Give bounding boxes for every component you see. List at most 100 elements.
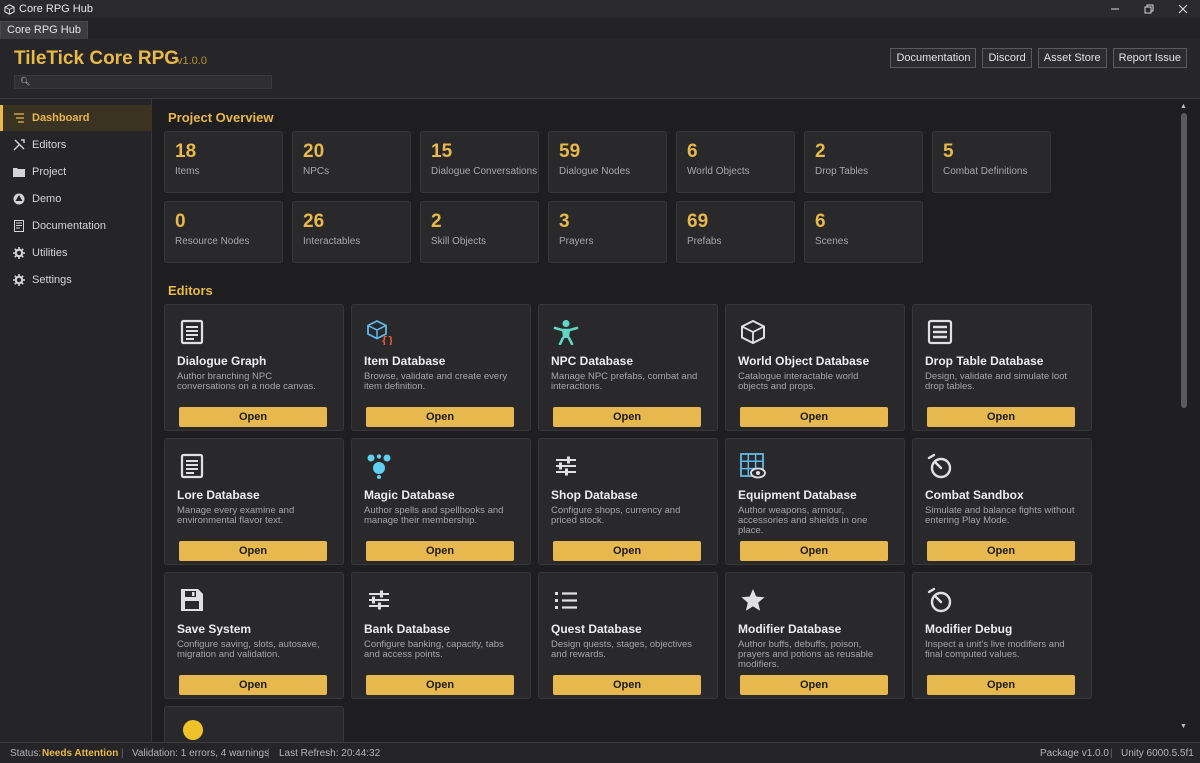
card-title: Quest Database — [551, 622, 642, 636]
editor-card-bank-database: Bank Database Configure banking, capacit… — [351, 572, 531, 699]
open-button[interactable]: Open — [740, 541, 888, 561]
card-title: Magic Database — [364, 488, 455, 502]
report-issue-button[interactable]: Report Issue — [1112, 48, 1187, 68]
scrollbar-thumb[interactable] — [1181, 113, 1187, 408]
editor-card-equipment-database: Equipment Database Author weapons, armou… — [725, 438, 905, 565]
card-title: Equipment Database — [738, 488, 857, 502]
open-button[interactable]: Open — [553, 541, 701, 561]
sidebar-item-label: Dashboard — [32, 112, 90, 124]
open-button[interactable]: Open — [553, 675, 701, 695]
header: TileTick Core RPG v1.0.0 🔍︎ Documentatio… — [0, 39, 1200, 99]
document-icon — [180, 319, 204, 345]
editor-card-item-database: {} Item Database Browse, validate and cr… — [351, 304, 531, 431]
sidebar-item-documentation[interactable]: Documentation — [2, 213, 151, 239]
last-refresh: Last Refresh: 20:44:32 — [279, 748, 381, 759]
sliders-icon — [556, 456, 576, 476]
card-title: Item Database — [364, 354, 446, 368]
tools-icon — [12, 139, 26, 151]
sidebar-item-dashboard[interactable]: Dashboard — [0, 105, 152, 131]
scroll-down-icon[interactable]: ▼ — [1180, 723, 1187, 730]
open-button[interactable]: Open — [927, 541, 1075, 561]
sidebar-item-settings[interactable]: Settings — [2, 267, 151, 293]
editor-card-shop-database: Shop Database Configure shops, currency … — [538, 438, 718, 565]
restore-icon[interactable] — [1132, 0, 1166, 18]
stat-value: 3 — [559, 211, 570, 232]
stat-value: 2 — [431, 211, 442, 232]
editor-card-lore-database: Lore Database Manage every examine and e… — [164, 438, 344, 565]
open-button[interactable]: Open — [740, 407, 888, 427]
tab-core-rpg-hub[interactable]: Core RPG Hub — [0, 21, 88, 39]
stat-card: 26 Interactables — [292, 201, 411, 263]
scrollbar[interactable]: ▲ ▼ — [1178, 99, 1190, 742]
card-description: Author weapons, armour, accessories and … — [738, 505, 868, 536]
open-button[interactable]: Open — [179, 541, 327, 561]
discord-button[interactable]: Discord — [982, 48, 1032, 68]
card-title: World Object Database — [738, 354, 870, 368]
sidebar-item-label: Documentation — [32, 220, 106, 232]
card-description: Manage NPC prefabs, combat and interacti… — [551, 371, 698, 392]
sidebar-item-demo[interactable]: Demo — [2, 186, 151, 212]
sidebar-item-label: Project — [32, 166, 67, 178]
open-button[interactable]: Open — [366, 541, 514, 561]
open-button[interactable]: Open — [179, 675, 327, 695]
open-button[interactable]: Open — [366, 407, 514, 427]
stat-label: Prayers — [559, 236, 594, 247]
stopwatch-icon — [927, 587, 952, 613]
card-description: Manage every examine and environmental f… — [177, 505, 295, 526]
tab-strip: Core RPG Hub — [0, 18, 1200, 39]
stat-card: 15 Dialogue Conversations — [420, 131, 539, 193]
magic-icon — [367, 454, 391, 479]
editor-card-drop-table-database: Drop Table Database Design, validate and… — [912, 304, 1092, 431]
search-input[interactable]: 🔍︎ — [14, 75, 272, 89]
card-description: Author branching NPC conversations on a … — [177, 371, 316, 392]
card-description: Configure shops, currency and priced sto… — [551, 505, 681, 526]
svg-text:{}: {} — [381, 334, 392, 345]
main-content: Project Overview 18 Items 20 NPCs 15 Dialog… — [152, 99, 1200, 742]
card-description: Simulate and balance fights without ente… — [925, 505, 1075, 526]
open-button[interactable]: Open — [927, 675, 1075, 695]
stat-value: 26 — [303, 211, 325, 232]
sidebar: Dashboard Editors Project Demo Documenta… — [0, 99, 152, 742]
separator: | — [267, 748, 270, 759]
editor-card-npc-database: NPC Database Manage NPC prefabs, combat … — [538, 304, 718, 431]
sidebar-item-project[interactable]: Project — [2, 159, 151, 185]
stat-value: 2 — [815, 141, 826, 162]
card-description: Catalogue interactable world objects and… — [738, 371, 859, 392]
stat-label: Skill Objects — [431, 236, 487, 247]
card-description: Author spells and spellbooks and manage … — [364, 505, 504, 526]
documentation-button[interactable]: Documentation — [890, 48, 977, 68]
open-button[interactable]: Open — [740, 675, 888, 695]
open-button[interactable]: Open — [553, 407, 701, 427]
stat-value: 6 — [815, 211, 826, 232]
scroll-up-icon[interactable]: ▲ — [1180, 103, 1187, 110]
sidebar-item-editors[interactable]: Editors — [2, 132, 151, 158]
grid-eye-icon — [740, 453, 766, 479]
floppy-icon — [181, 589, 203, 611]
stat-card: 6 Scenes — [804, 201, 923, 263]
sidebar-item-utilities[interactable]: Utilities — [2, 240, 151, 266]
sidebar-item-label: Utilities — [32, 247, 68, 259]
editor-card-world-object-database: World Object Database Catalogue interact… — [725, 304, 905, 431]
card-title: Modifier Debug — [925, 622, 1013, 636]
card-description: Configure saving, slots, autosave, migra… — [177, 639, 320, 660]
stat-value: 0 — [175, 211, 186, 232]
stat-card: 5 Combat Definitions — [932, 131, 1051, 193]
stat-label: Prefabs — [687, 236, 722, 247]
close-icon[interactable] — [1166, 0, 1200, 18]
list-icon — [12, 113, 26, 123]
open-button[interactable]: Open — [179, 407, 327, 427]
stat-card: 2 Skill Objects — [420, 201, 539, 263]
editor-card-modifier-database: Modifier Database Author buffs, debuffs,… — [725, 572, 905, 699]
open-button[interactable]: Open — [927, 407, 1075, 427]
version-label: v1.0.0 — [177, 55, 207, 67]
stat-label: Combat Definitions — [943, 166, 1028, 177]
unity-icon — [12, 193, 26, 205]
card-description: Design quests, stages, objectives and re… — [551, 639, 692, 660]
circle-icon — [183, 720, 203, 740]
stat-label: Items — [175, 166, 200, 177]
open-button[interactable]: Open — [366, 675, 514, 695]
document-icon — [180, 453, 204, 479]
asset-store-button[interactable]: Asset Store — [1037, 48, 1107, 68]
minimize-icon[interactable] — [1098, 0, 1132, 18]
card-title: NPC Database — [551, 354, 634, 368]
